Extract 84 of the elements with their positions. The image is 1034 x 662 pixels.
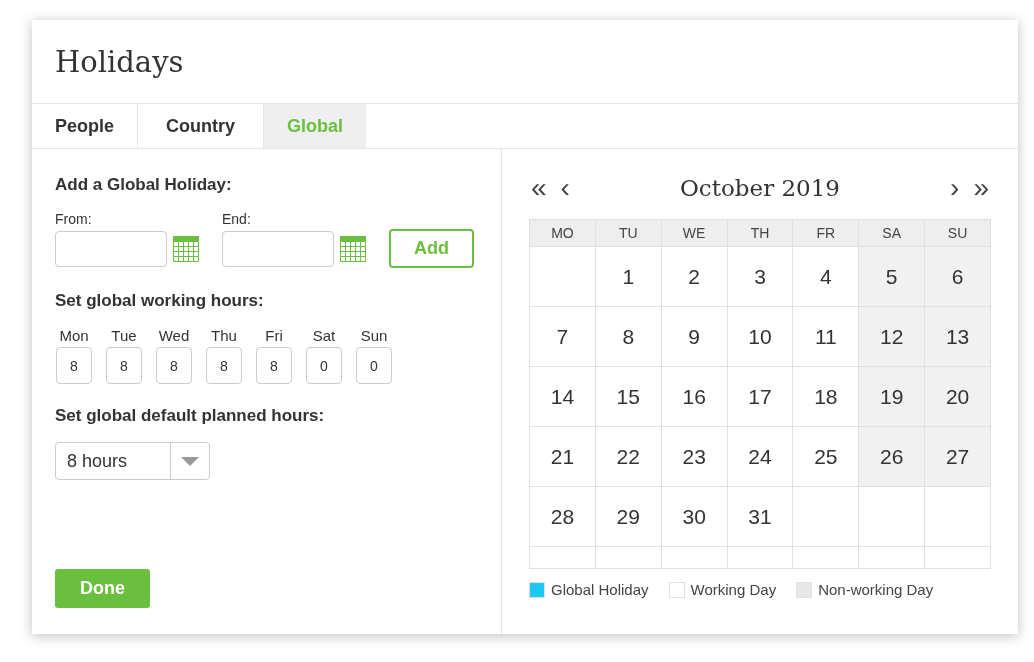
day-cell (530, 547, 595, 568)
hours-dropdown[interactable]: 8 hours (55, 442, 210, 480)
hours-field[interactable]: 8 (156, 347, 192, 384)
weekday-header: WE (661, 220, 727, 246)
caret-icon (181, 456, 199, 466)
day-cell (595, 547, 661, 568)
day-cell[interactable]: 31 (727, 487, 793, 546)
next-month-button[interactable]: › (948, 173, 962, 203)
legend-label: Working Day (690, 581, 777, 598)
day-cell[interactable]: 18 (793, 367, 859, 426)
day-label: Wed (158, 327, 190, 344)
day-cell[interactable]: 14 (530, 367, 595, 426)
weekday-header: SA (859, 220, 925, 246)
day-cell[interactable]: 19 (859, 367, 925, 426)
hours-field[interactable]: 0 (306, 347, 342, 384)
hours-field[interactable]: 8 (106, 347, 142, 384)
day-cell[interactable]: 21 (530, 427, 595, 486)
day-cell[interactable]: 28 (530, 487, 595, 546)
day-cell[interactable] (530, 247, 595, 306)
day-cell[interactable]: 25 (793, 427, 859, 486)
day-label: Fri (265, 327, 283, 344)
day-cell[interactable]: 3 (727, 247, 793, 306)
date-field[interactable] (222, 231, 334, 267)
day-cell[interactable] (793, 487, 859, 546)
field-label: End: (222, 211, 252, 227)
previous-year-button[interactable]: « (529, 173, 549, 203)
day-cell[interactable]: 13 (925, 307, 990, 366)
weekday-header: TH (727, 220, 793, 246)
day-cell[interactable]: 5 (859, 247, 925, 306)
day-cell[interactable] (859, 487, 925, 546)
day-cell[interactable]: 17 (727, 367, 793, 426)
day-label: Tue (111, 327, 137, 344)
day-label: Sat (312, 327, 336, 344)
hours-field[interactable]: 8 (256, 347, 292, 384)
weekday-header: FR (793, 220, 859, 246)
day-cell[interactable]: 20 (925, 367, 990, 426)
hours-field[interactable]: 0 (356, 347, 392, 384)
weekday-header: SU (925, 220, 990, 246)
day-cell[interactable]: 30 (661, 487, 727, 546)
day-cell[interactable]: 26 (859, 427, 925, 486)
day-cell[interactable]: 27 (925, 427, 990, 486)
day-cell[interactable]: 6 (925, 247, 990, 306)
day-label: Thu (211, 327, 237, 344)
day-label: Mon (59, 327, 89, 344)
hours-field[interactable]: 8 (206, 347, 242, 384)
window-title: Holidays (55, 44, 184, 79)
day-cell[interactable]: 2 (661, 247, 727, 306)
day-cell[interactable]: 24 (727, 427, 793, 486)
weekday-header: TU (595, 220, 661, 246)
day-cell (925, 547, 990, 568)
next-year-button[interactable]: » (971, 173, 991, 203)
section-heading: Set global working hours: (55, 291, 265, 311)
day-cell[interactable]: 1 (595, 247, 661, 306)
day-cell[interactable]: 23 (661, 427, 727, 486)
day-cell[interactable]: 16 (661, 367, 727, 426)
day-label: Sun (360, 327, 388, 344)
section-heading: Set global default planned hours: (55, 406, 326, 426)
day-cell[interactable]: 11 (793, 307, 859, 366)
day-cell[interactable] (925, 487, 990, 546)
calendar-icon[interactable] (173, 236, 199, 262)
field-label: From: (55, 211, 93, 227)
calendar-icon[interactable] (340, 236, 366, 262)
day-cell[interactable]: 10 (727, 307, 793, 366)
day-cell[interactable]: 4 (793, 247, 859, 306)
previous-month-button[interactable]: ‹ (558, 173, 572, 203)
day-cell[interactable]: 15 (595, 367, 661, 426)
hours-field[interactable]: 8 (56, 347, 92, 384)
day-cell[interactable]: 29 (595, 487, 661, 546)
day-cell[interactable]: 8 (595, 307, 661, 366)
date-field[interactable] (55, 231, 167, 267)
legend-label: Global Holiday (551, 581, 649, 598)
day-cell[interactable]: 12 (859, 307, 925, 366)
day-cell[interactable]: 9 (661, 307, 727, 366)
month-title: October 2019 (679, 175, 841, 201)
day-cell (793, 547, 859, 568)
legend-label: Non-working Day (818, 581, 934, 598)
day-cell (859, 547, 925, 568)
section-heading: Add a Global Holiday: (55, 175, 233, 195)
tab[interactable]: People (32, 104, 139, 148)
day-cell (727, 547, 793, 568)
day-cell (661, 547, 727, 568)
day-cell[interactable]: 22 (595, 427, 661, 486)
weekday-header: MO (530, 220, 595, 246)
day-cell[interactable]: 7 (530, 307, 595, 366)
